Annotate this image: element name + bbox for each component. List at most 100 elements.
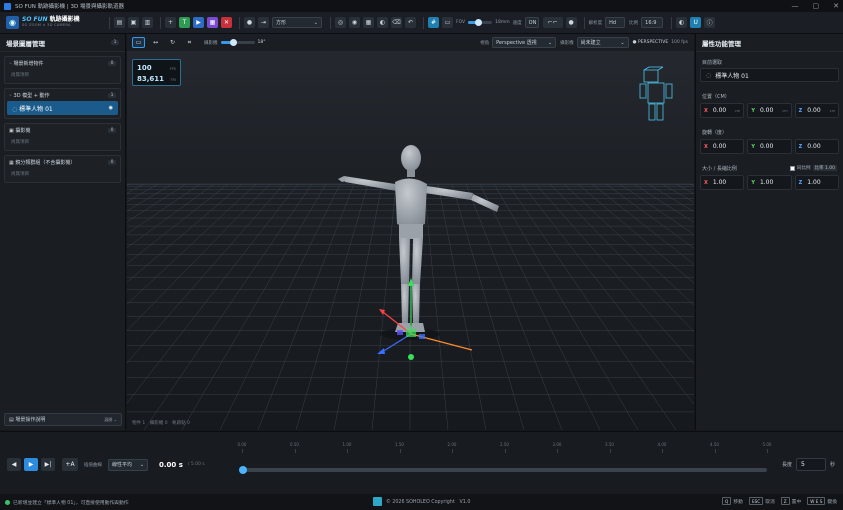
3d-viewport[interactable]: ▭ ↔ ↻ ⌗ 攝影機 18° 視角 Perspective 透視 ⌄ 攝影機 尚…	[127, 34, 694, 430]
rotation-z-input[interactable]: Z 0.00	[794, 139, 839, 154]
status-bar: 已新增並建立「標準人物 01」，可直接使用動作與動作 © 2026 SOHOLE…	[0, 494, 843, 510]
shortcut-key: Q	[722, 497, 732, 505]
shortcut-key: ESC	[748, 497, 764, 505]
circle-icon[interactable]: ◉	[349, 17, 360, 28]
camera-select[interactable]: 尚未建立 ⌄	[576, 37, 629, 48]
speed-label: 速度	[512, 20, 522, 26]
timeline-tick	[452, 449, 453, 453]
prev-frame-icon[interactable]: ◀	[7, 458, 21, 471]
rotation-x-input[interactable]: X 0.00	[700, 139, 745, 154]
rotation-y-input[interactable]: Y 0.00	[747, 139, 792, 154]
interp-select[interactable]: 線性平均 ⌄	[108, 458, 148, 471]
timeline-tick-label: 3.50	[605, 442, 614, 447]
position-fields: X 0.00 cm Y 0.00 cm Z 0.00 cm	[700, 103, 839, 118]
move-tool-icon[interactable]: ↔	[149, 37, 162, 48]
magnet-icon[interactable]: Ս	[690, 17, 702, 28]
target-icon[interactable]: ◎	[335, 17, 346, 28]
export-icon[interactable]: ▥	[142, 17, 153, 28]
shortcut-hints: Q 移動 ESC 取消 Z 置中 W E S 變換	[722, 497, 841, 505]
minimize-button[interactable]: —	[792, 2, 799, 10]
add-icon[interactable]: +	[165, 17, 176, 28]
timeline-tick	[347, 449, 348, 453]
arrow-icon[interactable]: ⇥	[258, 17, 269, 28]
resolution-select[interactable]: Hd	[605, 17, 626, 28]
position-x-input[interactable]: X 0.00 cm	[700, 103, 745, 118]
record-icon[interactable]: ▦	[207, 17, 218, 28]
target-name-field[interactable]: ◌ 標準人物 01	[700, 68, 839, 82]
app-icon	[4, 2, 11, 10]
curve-icon[interactable]: ⌐⌐	[542, 17, 563, 28]
camera-slider[interactable]	[220, 39, 255, 46]
duration-unit: 秒	[829, 462, 835, 468]
position-y-input[interactable]: Y 0.00 cm	[747, 103, 792, 118]
maximize-button[interactable]: ▢	[813, 2, 820, 10]
next-frame-icon[interactable]: ▶|	[41, 458, 55, 471]
scale-z-input[interactable]: Z 1.00	[794, 175, 839, 190]
scene-canvas[interactable]	[127, 34, 694, 430]
group-header[interactable]: ▣ 攝影機 0	[5, 124, 120, 136]
shape-select[interactable]: 方形 ⌄	[272, 17, 322, 28]
scale-y-input[interactable]: Y 1.00	[747, 175, 792, 190]
brand-icon	[373, 497, 382, 506]
select-tool-icon[interactable]: ▭	[132, 37, 145, 48]
logo-icon: ◉	[6, 16, 19, 29]
hash-icon[interactable]: #	[428, 17, 439, 28]
scale-x-input[interactable]: X 1.00	[700, 175, 745, 190]
eraser-icon[interactable]: ⌫	[391, 17, 402, 28]
camera-mode-icon[interactable]: ▭	[442, 17, 453, 28]
timeline-tick	[504, 449, 506, 453]
undo-icon[interactable]: ↶	[405, 17, 416, 28]
group-header[interactable]: ◦ 3D 模型 + 動作 1	[5, 89, 120, 101]
dot-icon[interactable]: ●	[565, 17, 577, 28]
position-label: 位置（CM）	[702, 93, 730, 100]
group-clusters: ▦ 鏡分類群組（不含攝影機） 0 尚無項目	[4, 155, 121, 183]
rotate-tool-icon[interactable]: ↻	[166, 37, 179, 48]
stop-icon[interactable]: ✕	[221, 17, 232, 28]
info-icon[interactable]: ⓘ	[704, 17, 716, 28]
scrubber-handle[interactable]	[239, 466, 247, 474]
close-button[interactable]: ✕	[833, 2, 839, 10]
group-header[interactable]: ◦ 場景新增物件 0	[5, 57, 120, 69]
list-item-model[interactable]: ◌ 標準人物 01 ◉	[7, 101, 118, 115]
lock-ratio-checkbox[interactable]	[790, 165, 796, 171]
text-icon[interactable]: T	[179, 17, 190, 28]
timeline-tick-label: 4.50	[710, 442, 719, 447]
fps-value: 100	[137, 64, 152, 72]
scene-counts: 物件 1 攝影機 0 軌跡點 0	[132, 421, 190, 426]
timeline-scrubber[interactable]	[239, 466, 767, 474]
fov-slider[interactable]	[468, 19, 493, 26]
properties-panel: 屬性功能管理 目前選取 ◌ 標準人物 01 位置（CM） X 0.00 cm Y 0.0…	[695, 34, 843, 430]
help-toggle[interactable]: ▤ 場景操作說明 展開 ⌄	[4, 413, 122, 426]
play-icon[interactable]: ▶	[193, 17, 204, 28]
duration-input[interactable]: 5	[795, 458, 826, 471]
open-icon[interactable]: ▤	[114, 17, 125, 28]
grid-view-icon[interactable]: ▦	[363, 17, 374, 28]
group-header[interactable]: ▦ 鏡分類群組（不含攝影機） 0	[5, 156, 120, 168]
play-button-icon[interactable]: ▶	[24, 458, 38, 471]
timeline-tick	[767, 449, 768, 453]
contrast-mode-icon[interactable]: ◐	[676, 17, 688, 28]
position-z-input[interactable]: Z 0.00 cm	[794, 103, 839, 118]
main-toolbar: ◉ SO FUN 軌跡攝影機 SO ZOOM × 3D CAMERA ▤ ▣ ▥…	[0, 12, 843, 34]
logo-subtitle: SO ZOOM × 3D CAMERA	[22, 23, 71, 28]
ratio-select[interactable]: 16:9	[641, 17, 664, 28]
group-cameras: ▣ 攝影機 0 尚無項目	[4, 123, 121, 151]
camera-icon[interactable]: ●	[244, 17, 255, 28]
contrast-icon[interactable]: ◐	[377, 17, 388, 28]
view-select[interactable]: Perspective 透視 ⌄	[492, 37, 557, 48]
fov-value: 18mm	[495, 20, 510, 25]
slider-label: 攝影機	[204, 40, 218, 46]
empty-text: 尚無項目	[11, 73, 29, 78]
timeline-tick-label: 0.50	[290, 442, 299, 447]
target-label: 目前選取	[702, 59, 723, 66]
add-keyframe-button[interactable]: +A	[62, 458, 78, 471]
app-logo: ◉ SO FUN 軌跡攝影機 SO ZOOM × 3D CAMERA	[0, 12, 105, 34]
scale-tool-icon[interactable]: ⌗	[183, 37, 196, 48]
empty-text: 尚無項目	[11, 172, 29, 177]
duration-label: 長度	[781, 462, 792, 468]
save-icon[interactable]: ▣	[128, 17, 139, 28]
window-controls: — ▢ ✕	[792, 2, 840, 10]
camera-label: 攝影機	[560, 40, 574, 46]
visibility-icon[interactable]: ◉	[109, 105, 113, 111]
speed-select[interactable]: ON	[524, 17, 539, 28]
